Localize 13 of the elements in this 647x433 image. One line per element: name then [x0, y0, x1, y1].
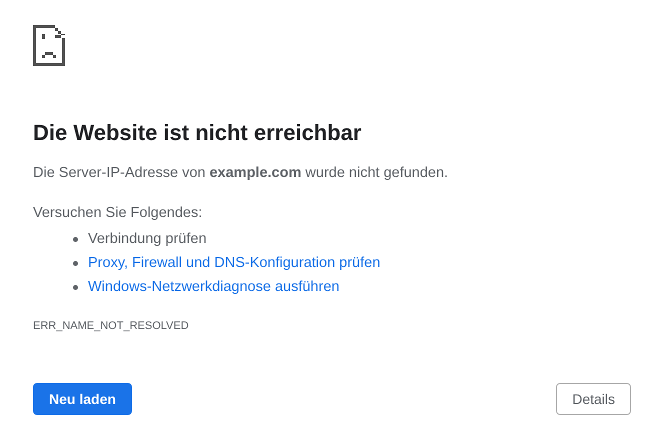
sad-document-icon [33, 25, 65, 66]
suggestions-intro: Versuchen Sie Folgendes: [33, 204, 204, 223]
bullet-icon [73, 236, 78, 242]
reload-button[interactable]: Neu laden [33, 383, 132, 415]
error-heading: Die Website ist nicht erreichbar [33, 119, 362, 147]
details-button[interactable]: Details [556, 383, 631, 415]
bullet-icon [73, 284, 78, 290]
suggestion-link[interactable]: Proxy, Firewall und DNS-Konfiguration prüfen [88, 254, 380, 272]
suggestion-link[interactable]: Windows-Netzwerkdiagnose ausführen [88, 278, 340, 296]
suggestion-text: Verbindung prüfen [88, 230, 207, 248]
bullet-icon [73, 260, 78, 266]
error-message: Die Server-IP-Adresse von example.com wurde nicht gefunden. [33, 164, 450, 183]
error-code: ERR_NAME_NOT_RESOLVED [33, 318, 190, 334]
